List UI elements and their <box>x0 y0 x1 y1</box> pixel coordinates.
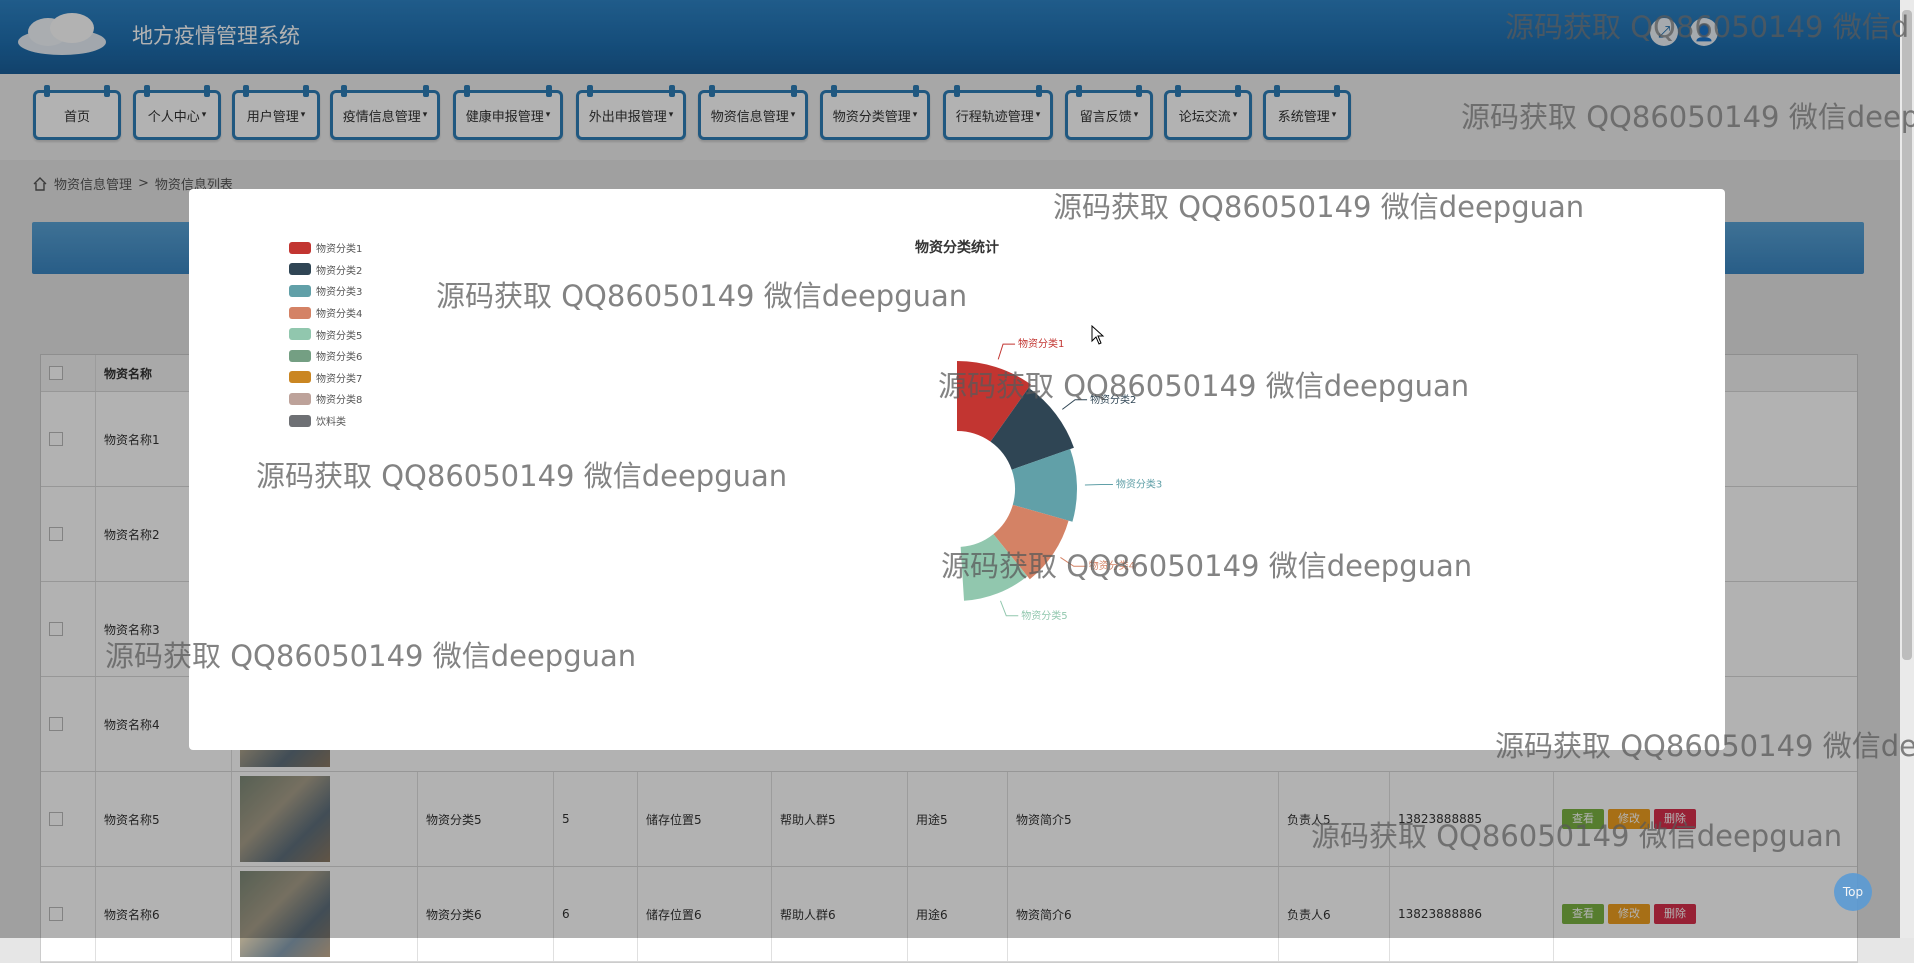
slice-label: 物资分类1 <box>1018 337 1064 350</box>
watermark: 源码获取 QQ86050149 微信deepguan <box>256 459 788 493</box>
watermark: 源码获取 QQ86050149 微信d <box>1505 10 1910 44</box>
watermark: 源码获取 QQ86050149 微信deepguan <box>938 369 1470 403</box>
label-line <box>1000 600 1019 617</box>
back-to-top-button[interactable]: Top <box>1834 873 1872 911</box>
label-line <box>1084 483 1113 486</box>
watermark: 源码获取 QQ86050149 微信deepguan <box>436 279 968 313</box>
watermark: 源码获取 QQ86050149 微信deepguan <box>105 639 637 673</box>
mouse-cursor-icon <box>1091 325 1105 345</box>
page-scrollbar[interactable] <box>1900 0 1914 938</box>
watermark: 源码获取 QQ86050149 微信de <box>1495 729 1914 763</box>
watermark: 源码获取 QQ86050149 微信deepguan <box>1311 819 1843 853</box>
watermark: 源码获取 QQ86050149 微信deep <box>1461 100 1914 134</box>
label-line <box>997 343 1016 360</box>
watermark: 源码获取 QQ86050149 微信deepguan <box>941 549 1473 583</box>
watermark: 源码获取 QQ86050149 微信deepguan <box>1053 190 1585 224</box>
slice-label: 物资分类5 <box>1021 609 1067 622</box>
slice-label: 物资分类3 <box>1116 477 1162 490</box>
